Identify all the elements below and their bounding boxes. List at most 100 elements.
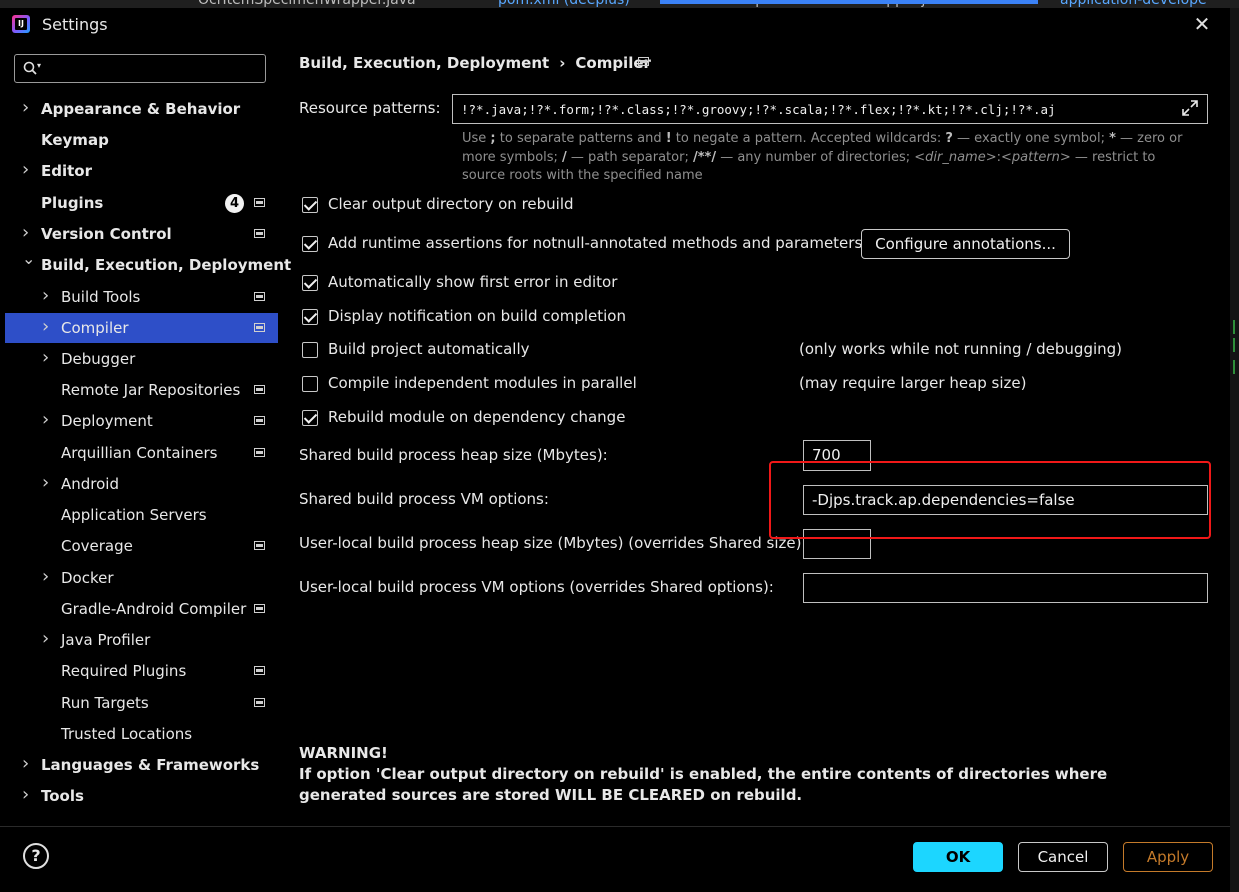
sidebar-item-android[interactable]: › Android	[0, 469, 278, 499]
chevron-right-icon[interactable]: ›	[42, 474, 52, 492]
checkbox-row[interactable]: Add runtime assertions for notnull-annot…	[302, 234, 862, 258]
sidebar-item-java-profiler[interactable]: › Java Profiler	[0, 625, 278, 655]
user-vm-options-input[interactable]	[803, 573, 1208, 603]
sidebar-item-debugger[interactable]: › Debugger	[0, 344, 278, 374]
sidebar-item-languages-frameworks[interactable]: › Languages & Frameworks	[0, 750, 278, 780]
hint-fragment: /**/	[692, 149, 717, 165]
warning-text: WARNING! If option 'Clear output directo…	[299, 743, 1199, 806]
checkbox-label[interactable]: Automatically show first error in editor	[328, 273, 617, 291]
checkbox-label[interactable]: Compile independent modules in parallel	[328, 374, 637, 392]
project-scope-icon	[254, 698, 265, 707]
checkbox-row[interactable]: Display notification on build completion	[302, 307, 822, 331]
chevron-right-icon[interactable]: ›	[42, 630, 52, 648]
sidebar-item-required-plugins[interactable]: Required Plugins	[0, 656, 278, 686]
checkbox-checked[interactable]	[302, 410, 318, 426]
checkbox-row[interactable]: Automatically show first error in editor	[302, 273, 822, 297]
chevron-right-icon[interactable]: ›	[22, 161, 32, 179]
hint-fragment: — path separator;	[566, 149, 693, 165]
sidebar-item-label: Gradle-Android Compiler	[61, 600, 247, 618]
project-scope-icon	[638, 57, 649, 66]
chevron-right-icon[interactable]: ›	[42, 349, 52, 367]
checkbox-unchecked[interactable]	[302, 376, 318, 392]
chevron-right-icon[interactable]: ›	[22, 99, 32, 117]
sidebar-item-appearance-behavior[interactable]: › Appearance & Behavior	[0, 94, 278, 124]
settings-search-input[interactable]: ▾	[14, 54, 266, 83]
sidebar-item-application-servers[interactable]: Application Servers	[0, 500, 278, 530]
sidebar-item-coverage[interactable]: Coverage	[0, 531, 278, 561]
sidebar-item-label: Keymap	[41, 131, 109, 149]
ok-button[interactable]: OK	[913, 842, 1003, 872]
checkbox-checked[interactable]	[302, 309, 318, 325]
user-heap-input[interactable]	[803, 529, 871, 559]
user-heap-label: User-local build process heap size (Mbyt…	[299, 534, 807, 552]
checkbox-checked[interactable]	[302, 197, 318, 213]
sidebar-item-label: Editor	[41, 162, 92, 180]
chevron-right-icon[interactable]: ›	[22, 786, 32, 804]
user-vm-options-label: User-local build process VM options (ove…	[299, 578, 774, 596]
sidebar-item-trusted-locations[interactable]: Trusted Locations	[0, 719, 278, 749]
chevron-right-icon[interactable]: ›	[22, 755, 32, 773]
checkbox-row[interactable]: Build project automatically	[302, 340, 822, 364]
sidebar-item-deployment[interactable]: › Deployment	[0, 406, 278, 436]
checkbox-row[interactable]: Compile independent modules in parallel	[302, 374, 822, 398]
sidebar-item-build-tools[interactable]: › Build Tools	[0, 282, 278, 312]
project-scope-icon	[254, 198, 265, 207]
hint-fragment: ?	[945, 131, 953, 146]
breadcrumb-parent[interactable]: Build, Execution, Deployment	[299, 54, 549, 72]
chevron-right-icon[interactable]: ›	[22, 224, 32, 242]
sidebar-item-editor[interactable]: › Editor	[0, 156, 278, 186]
search-dropdown-icon[interactable]: ▾	[37, 61, 41, 70]
sidebar-item-label: Plugins	[41, 194, 104, 212]
checkbox-label[interactable]: Clear output directory on rebuild	[328, 195, 574, 213]
bg-tab[interactable]: application-develope	[1060, 0, 1207, 8]
sidebar-item-run-targets[interactable]: Run Targets	[0, 688, 278, 718]
sidebar-item-compiler[interactable]: › Compiler	[5, 313, 278, 343]
help-button[interactable]: ?	[23, 843, 49, 869]
chevron-right-icon[interactable]: ›	[42, 568, 52, 586]
sidebar-item-gradle-android-compiler[interactable]: Gradle-Android Compiler	[0, 594, 278, 624]
cancel-button[interactable]: Cancel	[1018, 842, 1108, 872]
project-scope-icon	[254, 292, 265, 301]
checkbox-checked[interactable]	[302, 275, 318, 291]
sidebar-item-label: Run Targets	[61, 694, 149, 712]
close-icon[interactable]: ✕	[1190, 11, 1214, 37]
bg-tab[interactable]: OcrItemSpecimenWrapper.java	[198, 0, 416, 8]
expand-icon[interactable]	[1180, 98, 1200, 118]
bg-tab[interactable]: pom.xml (deeplus)	[498, 0, 630, 8]
chevron-right-icon[interactable]: ›	[42, 287, 52, 305]
sidebar-item-remote-jar-repositories[interactable]: Remote Jar Repositories	[0, 375, 278, 405]
configure-annotations-button[interactable]: Configure annotations...	[861, 229, 1070, 259]
checkbox-unchecked[interactable]	[302, 342, 318, 358]
sidebar-item-keymap[interactable]: Keymap	[0, 125, 278, 155]
checkbox-checked[interactable]	[302, 236, 318, 252]
dialog-title: Settings	[42, 15, 108, 34]
checkbox-row[interactable]: Clear output directory on rebuild	[302, 195, 822, 219]
checkbox-label[interactable]: Build project automatically	[328, 340, 530, 358]
shared-heap-input[interactable]: 700	[803, 440, 871, 471]
sidebar-item-plugins[interactable]: Plugins 4	[0, 188, 278, 218]
hint-fragment: to separate patterns and	[495, 131, 666, 146]
sidebar-item-docker[interactable]: › Docker	[0, 563, 278, 593]
chevron-right-icon[interactable]: ›	[42, 411, 52, 429]
chevron-down-icon[interactable]: ⌄	[22, 251, 35, 267]
sidebar-item-label: Coverage	[61, 537, 133, 555]
sidebar-item-build-execution-deployment[interactable]: ⌄ Build, Execution, Deployment	[0, 250, 291, 280]
sidebar-item-tools[interactable]: › Tools	[0, 781, 278, 811]
sidebar-item-label: Remote Jar Repositories	[61, 381, 241, 399]
hint-fragment: Use	[462, 131, 491, 146]
background-editor-edge	[1230, 8, 1239, 892]
shared-vm-options-input[interactable]: -Djps.track.ap.dependencies=false	[803, 485, 1208, 515]
checkbox-label[interactable]: Rebuild module on dependency change	[328, 408, 625, 426]
resource-patterns-input[interactable]: !?*.java;!?*.form;!?*.class;!?*.groovy;!…	[452, 94, 1208, 124]
chevron-right-icon[interactable]: ›	[42, 318, 52, 336]
warning-body: If option 'Clear output directory on reb…	[299, 765, 1108, 804]
breadcrumb-separator: ›	[559, 54, 566, 72]
checkbox-label[interactable]: Display notification on build completion	[328, 307, 626, 325]
sidebar-item-version-control[interactable]: › Version Control	[0, 219, 278, 249]
checkbox-label[interactable]: Add runtime assertions for notnull-annot…	[328, 234, 862, 252]
background-editor-tabs: OcrItemSpecimenWrapper.java pom.xml (dee…	[0, 0, 1239, 8]
checkbox-row[interactable]: Rebuild module on dependency change	[302, 408, 822, 432]
apply-button[interactable]: Apply	[1123, 842, 1213, 872]
sidebar-item-arquillian-containers[interactable]: Arquillian Containers	[0, 438, 278, 468]
sidebar-item-label: Tools	[41, 787, 84, 805]
